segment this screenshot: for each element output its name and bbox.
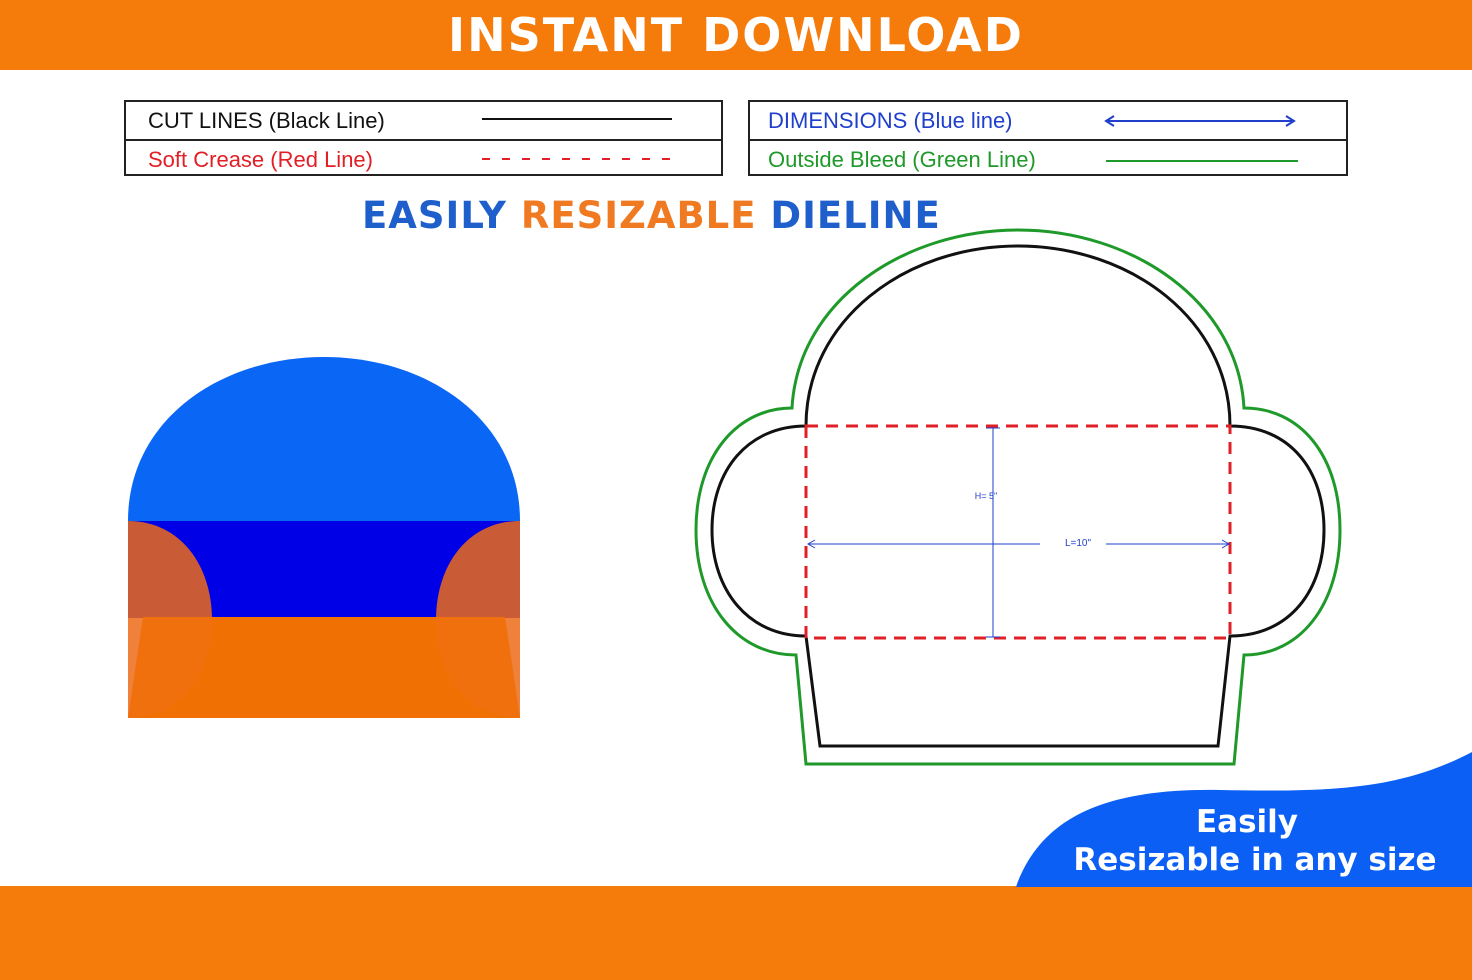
heading-easily: EASILY — [362, 194, 507, 237]
envelope-front-overlay — [128, 617, 520, 718]
height-dimension-label: H= 5" — [975, 491, 997, 501]
legend-row-cut-lines: CUT LINES (Black Line) — [126, 102, 721, 139]
legend-row-outside-bleed: Outside Bleed (Green Line) — [750, 139, 1346, 178]
dimensions-label: DIMENSIONS (Blue line) — [768, 107, 1013, 133]
soft-crease-rectangle — [804, 424, 1232, 640]
banner-title: INSTANT DOWNLOAD — [448, 8, 1024, 62]
outside-bleed-outline — [694, 228, 1342, 766]
envelope-top-flap — [128, 357, 520, 521]
legend-row-soft-crease: Soft Crease (Red Line) — [126, 139, 721, 178]
envelope-mockup — [128, 357, 520, 718]
legend-right: DIMENSIONS (Blue line) Outside Bleed (Gr… — [748, 100, 1348, 176]
cut-lines-label: CUT LINES (Black Line) — [148, 107, 385, 133]
dimension-arrow-sample — [1104, 115, 1296, 127]
length-dimension-label: L=10" — [1065, 538, 1092, 549]
bleed-line-sample — [1106, 160, 1298, 162]
soft-crease-sample — [482, 158, 672, 160]
legend-row-dimensions: DIMENSIONS (Blue line) — [750, 102, 1346, 139]
legend-left: CUT LINES (Black Line) Soft Crease (Red … — [124, 100, 723, 176]
cut-line-sample — [482, 118, 672, 120]
cut-line-outline — [710, 244, 1326, 748]
height-dimension — [986, 427, 1000, 638]
top-banner: INSTANT DOWNLOAD — [0, 0, 1472, 70]
outside-bleed-label: Outside Bleed (Green Line) — [768, 146, 1036, 172]
soft-crease-label: Soft Crease (Red Line) — [148, 146, 373, 172]
promo-line-1: Easily — [1195, 804, 1298, 840]
length-dimension — [806, 539, 1231, 549]
dieline-drawing: H= 5" L=10" — [694, 228, 1342, 766]
bottom-bar — [0, 886, 1472, 980]
promo-line-2: Resizable in any size — [1073, 842, 1437, 878]
